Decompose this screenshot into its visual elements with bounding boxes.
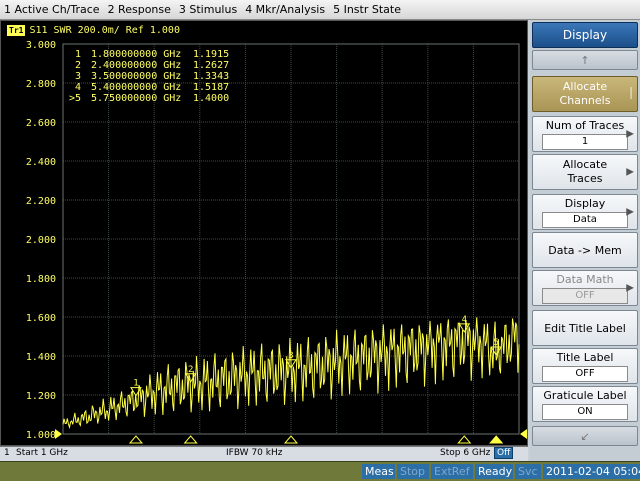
marker-readout-id: 3 (75, 71, 81, 82)
softkey-data-to-mem-label: Data -> Mem (548, 243, 622, 257)
softkey-graticule-label-text: Graticule Label (543, 388, 627, 402)
softkey-title-label[interactable]: Title Label OFF (532, 348, 638, 384)
menu-active-ch-trace[interactable]: 1 Active Ch/Trace (0, 3, 104, 16)
softkey-num-traces-label: Num of Traces (545, 118, 625, 132)
softkey-down[interactable]: ↙ (532, 426, 638, 446)
channel-off-badge[interactable]: Off (494, 447, 514, 459)
marker-readout-freq: 3.500000000 GHz (91, 71, 181, 82)
channel-ifbw[interactable]: IFBW 70 kHz (226, 448, 282, 458)
y-tick-label: 2.000 (26, 235, 56, 246)
reference-right-arrow-icon (520, 429, 527, 439)
marker-readout-id: >5 (69, 93, 81, 104)
softkey-title-label-value: OFF (542, 365, 628, 382)
softkey-display-label: Display (564, 196, 606, 210)
softkey-allocate-channels[interactable]: Allocate Channels │ (532, 76, 638, 112)
marker-axis-triangle[interactable] (489, 435, 504, 444)
softkey-num-traces-value: 1 (542, 133, 628, 150)
marker-readout-value: 1.4000 (193, 93, 229, 104)
marker-readout-id: 4 (75, 82, 81, 93)
marker-axis-triangle[interactable] (183, 435, 198, 444)
softkey-display-title[interactable]: Display (532, 22, 638, 48)
softkey-data-to-mem[interactable]: Data -> Mem (532, 232, 638, 268)
y-tick-label: 1.400 (26, 352, 56, 363)
chevron-down-icon: ↙ (580, 429, 590, 443)
marker-readout-value: 1.1915 (193, 49, 229, 60)
marker-number-label: 5 (493, 338, 498, 348)
softkey-allocate-channels-label: Allocate Channels (559, 80, 611, 107)
marker-number-label: 4 (462, 315, 467, 325)
softkey-num-traces[interactable]: Num of Traces 1 ▶ (532, 116, 638, 152)
softkey-allocate-traces-label: Allocate Traces (562, 158, 608, 185)
y-tick-label: 1.600 (26, 313, 56, 324)
y-tick-label: 2.200 (26, 196, 56, 207)
channel-status-bar: 1 Start 1 GHz IFBW 70 kHz Stop 6 GHz Off (0, 446, 528, 461)
menu-stimulus[interactable]: 3 Stimulus (175, 3, 241, 16)
marker-axis-triangle[interactable] (457, 435, 472, 444)
softkey-data-math-value: OFF (542, 287, 628, 304)
marker-axis-triangle[interactable] (283, 435, 299, 444)
menu-mkr-analysis[interactable]: 4 Mkr/Analysis (241, 3, 329, 16)
softkey-title-label-text: Title Label (556, 350, 614, 364)
trace-plot[interactable]: 3.000 2.800 2.600 2.400 2.200 2.000 1.800 1.600… (1, 21, 527, 445)
status-extref: ExtRef (431, 464, 473, 479)
marker-readout-id: 2 (75, 60, 81, 71)
marker-number-label: 2 (188, 365, 193, 375)
status-stop: Stop (397, 464, 429, 479)
chevron-right-icon: ▶ (626, 282, 634, 294)
marker-readout-freq: 5.400000000 GHz (91, 82, 181, 93)
y-tick-label: 3.000 (26, 40, 56, 51)
chevron-right-icon: ▶ (626, 128, 634, 140)
marker-readout-freq: 1.800000000 GHz (91, 49, 181, 60)
status-svc: Svc (515, 464, 541, 479)
softkey-data-math[interactable]: Data Math OFF ▶ (532, 270, 638, 306)
trace-header: Tr1 S11 SWR 200.0m/ Ref 1.000 (7, 23, 180, 37)
softkey-graticule-label-value: ON (542, 403, 628, 420)
marker-triangle[interactable] (458, 323, 471, 333)
y-tick-label: 1.000 (26, 430, 56, 441)
trace-window[interactable]: 3.000 2.800 2.600 2.400 2.200 2.000 1.800 1.600… (0, 20, 528, 446)
softkey-up[interactable]: ↑ (532, 50, 638, 70)
menu-instr-state[interactable]: 5 Instr State (329, 3, 405, 16)
status-ready: Ready (475, 464, 513, 479)
y-tick-label: 2.400 (26, 157, 56, 168)
softkey-allocate-traces[interactable]: Allocate Traces ▶ (532, 154, 638, 190)
marker-number-label: 1 (133, 379, 138, 389)
softkey-display-value: Data (542, 211, 628, 228)
chevron-up-icon: ↑ (580, 53, 590, 67)
menu-bar: 1 Active Ch/Trace 2 Response 3 Stimulus … (0, 0, 640, 20)
chevron-right-icon: ▶ (626, 166, 634, 178)
marker-readout-freq: 2.400000000 GHz (91, 60, 181, 71)
menu-response[interactable]: 2 Response (104, 3, 175, 16)
softkey-edit-title-label-text: Edit Title Label (544, 321, 626, 335)
softkey-data-math-label: Data Math (556, 272, 614, 286)
marker-readout-value: 1.2627 (193, 60, 229, 71)
marker-readout-value: 1.5187 (193, 82, 229, 93)
marker-readout-value: 1.3343 (193, 71, 229, 82)
softkey-display-data[interactable]: Display Data ▶ (532, 194, 638, 230)
marker-readout-id: 1 (75, 49, 81, 60)
chevron-right-icon: ▶ (626, 206, 634, 218)
reference-left-arrow-icon (55, 429, 62, 439)
trace-title: S11 SWR 200.0m/ Ref 1.000 (29, 24, 180, 36)
y-tick-label: 2.800 (26, 79, 56, 90)
softkey-panel: Display ↑ Allocate Channels │ Num of Tra… (530, 20, 640, 460)
status-datetime: 2011-02-04 05:04 (543, 464, 640, 479)
softkey-display-title-label: Display (562, 28, 608, 42)
marker-axis-triangle[interactable] (128, 435, 144, 444)
marker-readout-freq: 5.750000000 GHz (91, 93, 181, 104)
y-tick-label: 1.200 (26, 391, 56, 402)
softkey-graticule-label[interactable]: Graticule Label ON (532, 386, 638, 422)
channel-number: 1 (4, 448, 10, 458)
softkey-edit-title-label[interactable]: Edit Title Label (532, 310, 638, 346)
trace-badge[interactable]: Tr1 (7, 24, 26, 36)
marker-number-label: 3 (288, 351, 293, 361)
y-tick-label: 1.800 (26, 274, 56, 285)
instrument-status-bar: Meas Stop ExtRef Ready Svc 2011-02-04 05… (0, 461, 640, 481)
channel-start[interactable]: Start 1 GHz (16, 448, 68, 458)
channel-stop[interactable]: Stop 6 GHz (440, 448, 490, 458)
y-tick-label: 2.600 (26, 118, 56, 129)
status-meas: Meas (362, 464, 395, 479)
chevron-right-icon: │ (627, 88, 634, 100)
